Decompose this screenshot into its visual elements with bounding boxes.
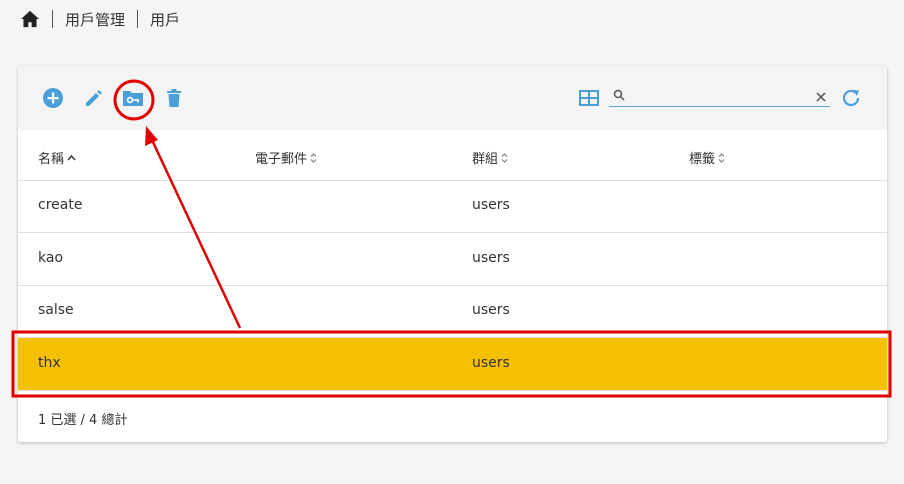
- cell-group: users: [472, 197, 510, 213]
- breadcrumb-item-users: 用戶: [150, 10, 181, 29]
- search-box: [609, 86, 830, 107]
- table-columns-icon: [579, 90, 599, 106]
- cell-name: salse: [38, 302, 74, 318]
- clear-search-button[interactable]: [815, 88, 827, 107]
- column-header-name[interactable]: 名稱: [38, 148, 76, 167]
- table-row-selected[interactable]: thx users: [18, 338, 887, 391]
- table-header: 名稱 電子郵件 群組 標籤: [18, 130, 887, 181]
- breadcrumb-item-user-management[interactable]: 用戶管理: [65, 9, 125, 30]
- breadcrumb: 用戶管理 用戶: [20, 8, 180, 30]
- column-header-label: 電子郵件: [255, 152, 308, 167]
- column-header-email[interactable]: 電子郵件: [255, 148, 317, 167]
- breadcrumb-separator: [52, 10, 53, 28]
- refresh-icon: [842, 89, 860, 107]
- column-header-group[interactable]: 群組: [472, 148, 508, 167]
- home-icon[interactable]: [20, 9, 40, 29]
- add-icon: [43, 88, 63, 108]
- table-toolbar: [18, 66, 887, 130]
- delete-user-button[interactable]: [163, 87, 185, 109]
- sort-ascending-icon: [67, 154, 76, 160]
- sort-icon: [718, 152, 725, 163]
- search-input[interactable]: [631, 86, 810, 106]
- cell-name: thx: [38, 355, 61, 371]
- user-permissions-button[interactable]: [122, 87, 144, 109]
- cell-group: users: [472, 250, 510, 266]
- edit-user-button[interactable]: [83, 87, 105, 109]
- column-header-tags[interactable]: 標籤: [689, 148, 725, 167]
- cell-name: kao: [38, 250, 64, 266]
- cell-group: users: [472, 355, 510, 371]
- column-header-label: 標籤: [689, 152, 716, 167]
- column-header-label: 群組: [472, 152, 499, 167]
- add-user-button[interactable]: [42, 87, 64, 109]
- users-table-card: 名稱 電子郵件 群組 標籤 create users kao users sal…: [18, 66, 887, 442]
- column-chooser-button[interactable]: [578, 87, 600, 109]
- close-icon: [816, 92, 826, 102]
- column-header-label: 名稱: [38, 152, 65, 167]
- refresh-button[interactable]: [840, 87, 862, 109]
- search-icon: [613, 89, 625, 101]
- selection-status: 1 已選 / 4 總計: [38, 413, 128, 428]
- delete-icon: [167, 89, 181, 107]
- cell-group: users: [472, 302, 510, 318]
- folder-key-icon: [123, 91, 143, 106]
- table-row[interactable]: salse users: [18, 285, 887, 338]
- cell-name: create: [38, 197, 83, 213]
- breadcrumb-separator: [137, 10, 139, 28]
- table-row[interactable]: create users: [18, 180, 887, 233]
- sort-icon: [501, 152, 508, 163]
- sort-icon: [310, 152, 317, 163]
- edit-icon: [86, 90, 102, 106]
- table-row[interactable]: kao users: [18, 233, 887, 286]
